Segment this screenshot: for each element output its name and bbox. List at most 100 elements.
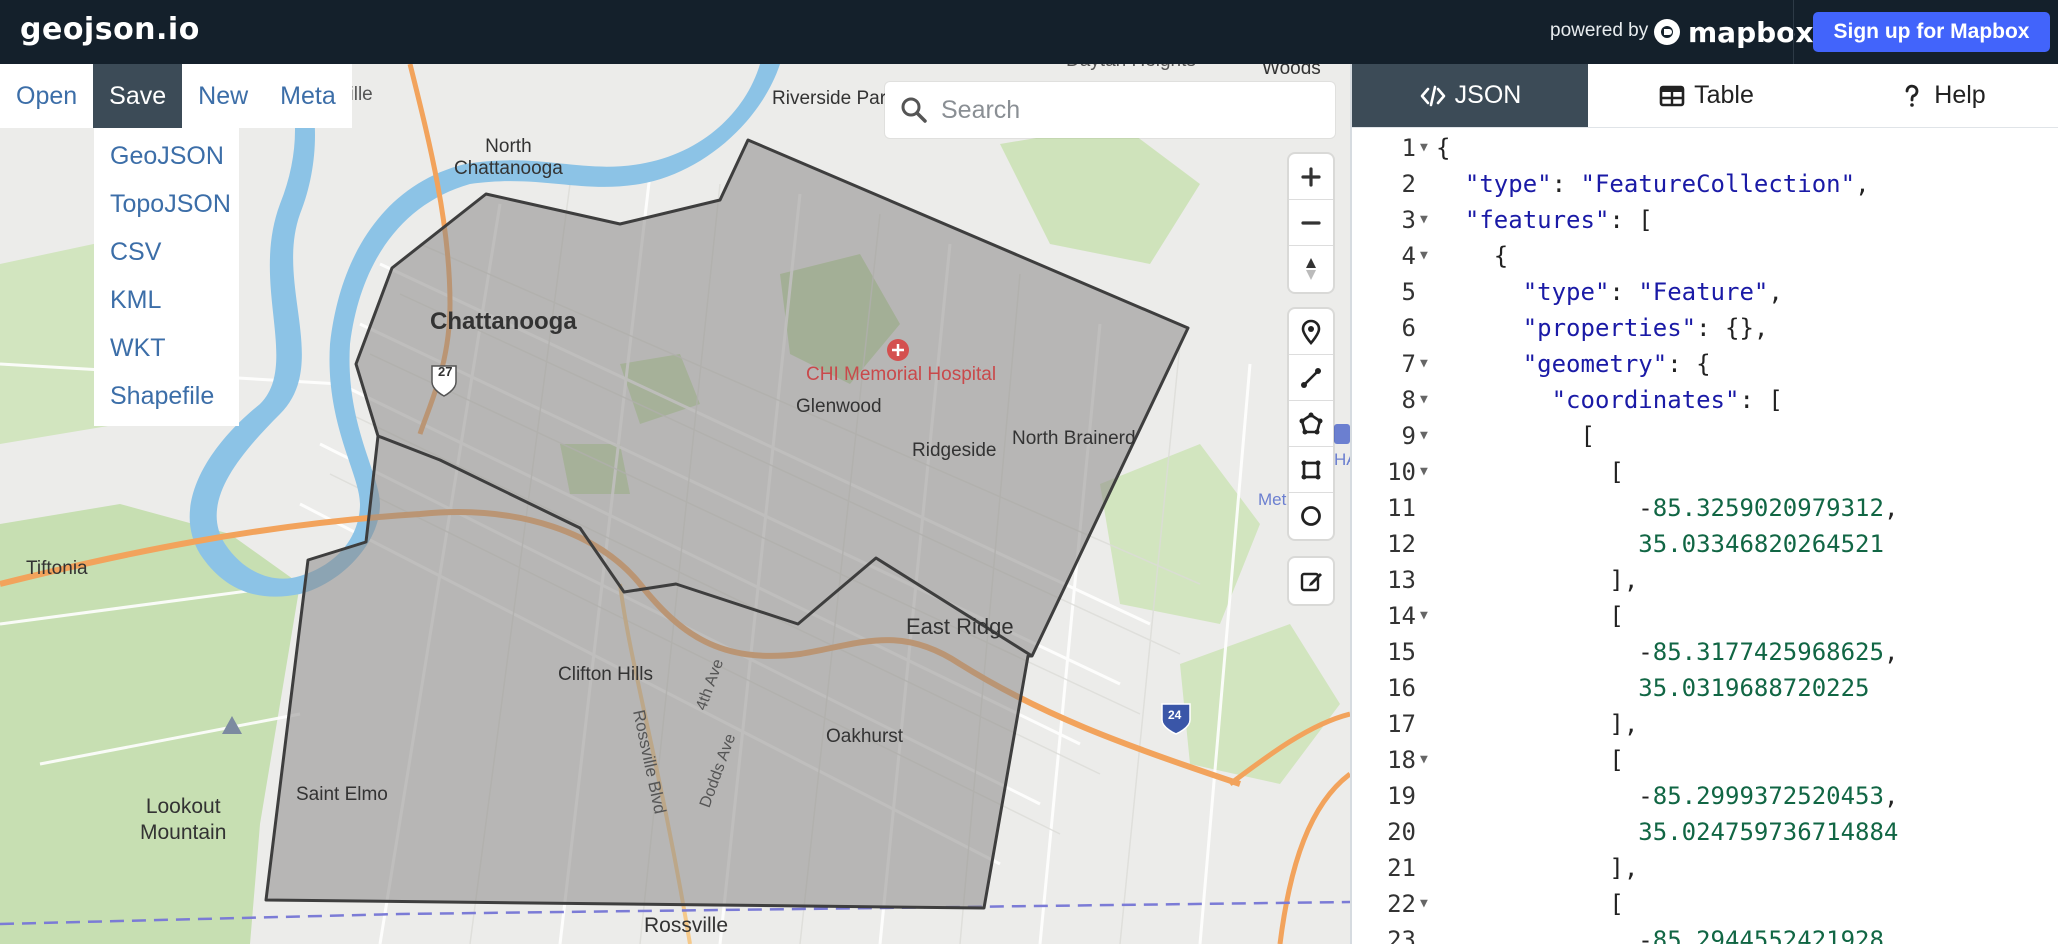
save-shapefile[interactable]: Shapefile <box>94 372 239 420</box>
editor-panel: JSON Table Help 1 ▼{2 "type": "FeatureCol… <box>1350 64 2058 944</box>
save-wkt[interactable]: WKT <box>94 324 239 372</box>
edit-icon <box>1300 572 1322 592</box>
map-label-ham: HA <box>1334 450 1350 469</box>
code-line: 13 ], <box>1352 562 2058 598</box>
draw-marker-button[interactable] <box>1289 309 1333 355</box>
compass-icon <box>1306 258 1316 280</box>
code-text: "type": "Feature", <box>1522 278 1783 306</box>
zoom-controls <box>1289 154 1333 292</box>
brand-title[interactable]: geojson.io <box>20 12 200 47</box>
search-icon <box>901 97 927 123</box>
map-label-met: Met <box>1258 490 1287 509</box>
code-text: [ <box>1436 602 1624 630</box>
save-csv[interactable]: CSV <box>94 228 239 276</box>
powered-by-label: powered by <box>1550 20 1649 41</box>
tab-json-label: JSON <box>1454 81 1522 109</box>
map-label-clifton-hills: Clifton Hills <box>558 664 654 685</box>
code-line: 23 -85.2944552421928 <box>1352 922 2058 944</box>
map-label-tiftonia: Tiftonia <box>26 558 88 579</box>
panel-tabs: JSON Table Help <box>1352 64 2058 128</box>
line-icon <box>1301 367 1321 388</box>
code-text: "coordinates": [ <box>1551 386 1783 414</box>
menu-meta[interactable]: Meta <box>264 64 352 128</box>
code-text: 35.024759736714884 <box>1638 818 1899 846</box>
line-number: 23 <box>1387 926 1416 944</box>
code-line: 21 ], <box>1352 850 2058 886</box>
tab-json[interactable]: JSON <box>1352 64 1588 127</box>
line-number: 13 <box>1387 566 1416 594</box>
signup-button[interactable]: Sign up for Mapbox <box>1813 12 2050 52</box>
code-text: ], <box>1436 566 1639 594</box>
code-line: 15 -85.3177425968625, <box>1352 634 2058 670</box>
code-line: 8 ▼ "coordinates": [ <box>1352 382 2058 418</box>
line-number: 2 <box>1401 170 1416 198</box>
code-line: 19 -85.2999372520453, <box>1352 778 2058 814</box>
search-input[interactable] <box>941 95 1321 125</box>
code-text: { <box>1436 134 1451 162</box>
map-label-north-chattanooga: North Chattanooga <box>454 136 563 179</box>
code-text: 35.03346820264521 <box>1638 530 1884 558</box>
code-line: 6 "properties": {}, <box>1352 310 2058 346</box>
map-label-ridgeside: Ridgeside <box>912 440 997 461</box>
map-label-woods: Woods <box>1262 64 1321 79</box>
draw-line-button[interactable] <box>1289 355 1333 401</box>
map-label-chattanooga: Chattanooga <box>430 308 577 335</box>
edit-tools <box>1289 558 1333 604</box>
code-text: "features": [ <box>1464 206 1653 234</box>
rectangle-icon <box>1301 460 1321 479</box>
mapbox-logo-text: mapbox <box>1688 15 1814 49</box>
save-geojson[interactable]: GeoJSON <box>94 132 239 180</box>
top-bar: geojson.io powered by mapbox Sign up for… <box>0 0 2058 64</box>
code-text: -85.2944552421928 <box>1436 926 1884 944</box>
code-line: 22 ▼ [ <box>1352 886 2058 922</box>
file-menu-bar: Open Save New Meta <box>0 64 352 128</box>
code-line: 9 ▼ [ <box>1352 418 2058 454</box>
draw-circle-button[interactable] <box>1289 493 1333 539</box>
save-topojson[interactable]: TopoJSON <box>94 180 239 228</box>
code-line: 4 ▼ { <box>1352 238 2058 274</box>
plus-icon <box>1301 166 1321 187</box>
edit-layers-button[interactable] <box>1289 558 1333 604</box>
menu-new[interactable]: New <box>182 64 264 128</box>
code-line: 20 35.024759736714884 <box>1352 814 2058 850</box>
code-line: 17 ], <box>1352 706 2058 742</box>
code-text: [ <box>1436 746 1624 774</box>
map-label-riverside-park: Riverside Par <box>772 88 887 109</box>
map-label-i24: 24 <box>1168 708 1182 722</box>
reset-bearing-button[interactable] <box>1289 246 1333 292</box>
save-dropdown: GeoJSON TopoJSON CSV KML WKT Shapefile <box>94 128 239 426</box>
map-label-east-ridge: East Ridge <box>906 614 1014 639</box>
draw-tools <box>1289 309 1333 539</box>
map-label-north-brainerd: North Brainerd <box>1012 428 1136 449</box>
json-code-editor[interactable]: 1 ▼{2 "type": "FeatureCollection", 3 ▼ "fea… <box>1352 130 2058 944</box>
line-number: 16 <box>1387 674 1416 702</box>
tab-table[interactable]: Table <box>1588 64 1824 127</box>
map-label-us27: 27 <box>438 364 453 379</box>
menu-open[interactable]: Open <box>0 64 93 128</box>
code-line: 10 ▼ [ <box>1352 454 2058 490</box>
mapbox-logo[interactable]: mapbox <box>1652 15 1814 49</box>
draw-polygon-button[interactable] <box>1289 401 1333 447</box>
minus-icon <box>1301 220 1321 225</box>
code-line: 5 "type": "Feature", <box>1352 274 2058 310</box>
code-text: ], <box>1436 854 1639 882</box>
code-text: [ <box>1436 890 1624 918</box>
line-number: 18 <box>1387 746 1416 774</box>
map-label-glenwood: Glenwood <box>796 396 882 417</box>
line-number: 11 <box>1387 494 1416 522</box>
draw-rectangle-button[interactable] <box>1289 447 1333 493</box>
zoom-in-button[interactable] <box>1289 154 1333 200</box>
zoom-out-button[interactable] <box>1289 200 1333 246</box>
map-label-rossville: Rossville <box>644 914 729 937</box>
polygon-icon <box>1299 412 1323 434</box>
save-kml[interactable]: KML <box>94 276 239 324</box>
code-text: [ <box>1436 458 1624 486</box>
menu-save[interactable]: Save <box>93 64 183 128</box>
map-label-hospital: CHI Memorial Hospital <box>806 364 997 385</box>
tab-help[interactable]: Help <box>1824 64 2058 127</box>
line-number: 20 <box>1387 818 1416 846</box>
code-line: 18 ▼ [ <box>1352 742 2058 778</box>
map-pin-icon <box>1301 319 1321 345</box>
map-label-lookout-mountain: Lookout Mountain <box>140 795 227 844</box>
code-text: "geometry": { <box>1522 350 1711 378</box>
